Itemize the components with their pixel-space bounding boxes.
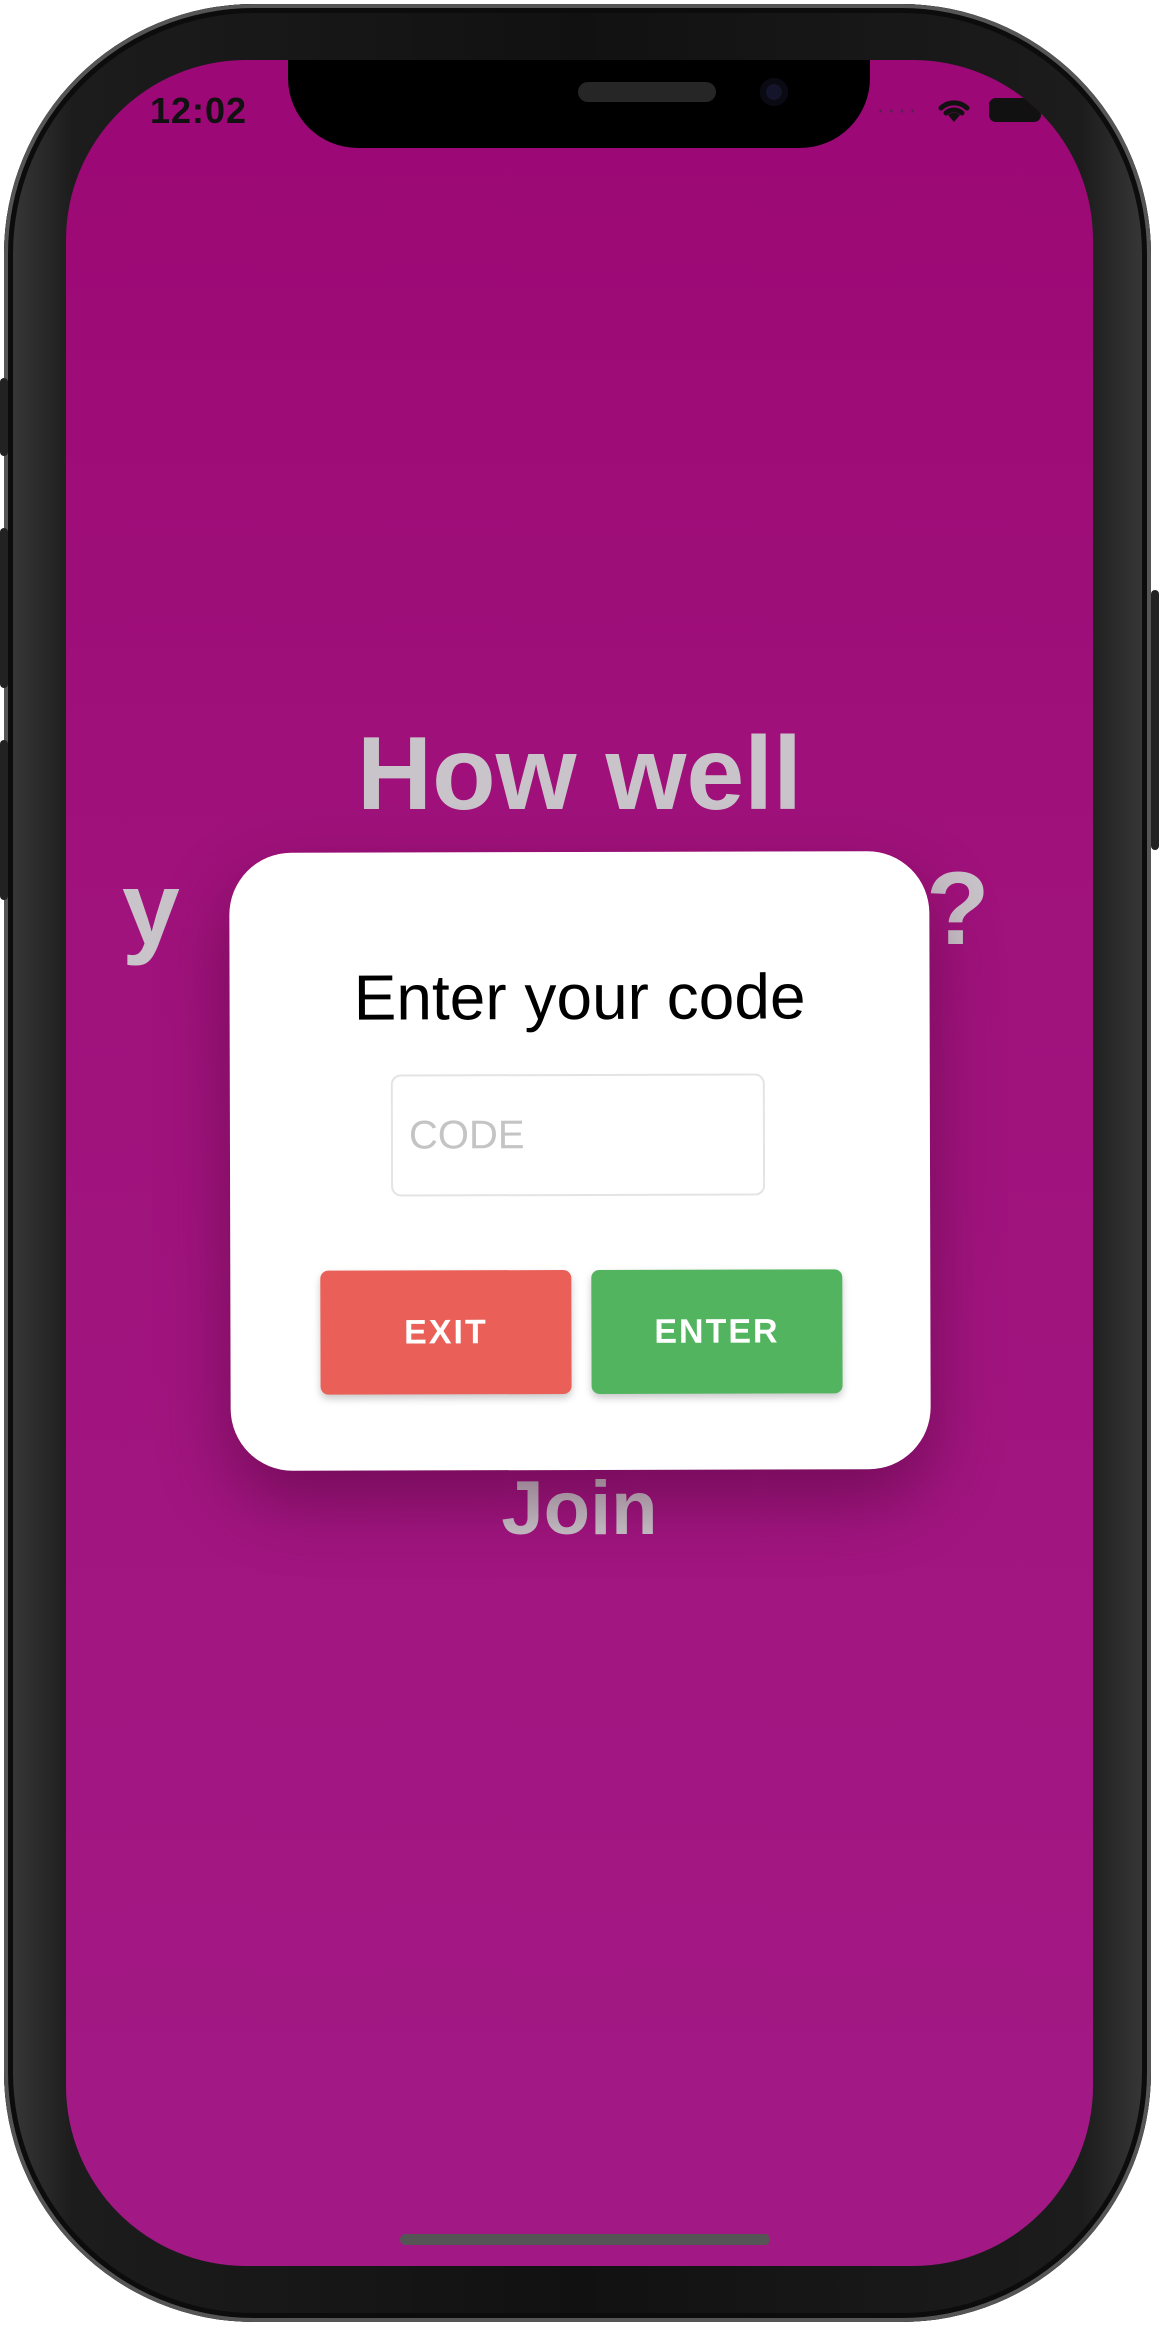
volume-down-button <box>0 740 8 900</box>
exit-button[interactable]: EXIT <box>320 1270 572 1395</box>
background-title-line2-start: y <box>122 851 180 967</box>
battery-icon <box>989 97 1046 122</box>
speaker-grille <box>578 82 716 102</box>
wifi-icon <box>938 99 970 122</box>
status-icons: ···· <box>876 94 1046 125</box>
code-input[interactable] <box>390 1073 766 1197</box>
silent-switch <box>0 378 8 456</box>
volume-up-button <box>0 528 8 688</box>
code-entry-modal: Enter your code EXIT ENTER <box>229 851 931 1471</box>
power-button <box>1151 590 1159 850</box>
join-button[interactable]: Join <box>66 1465 1093 1552</box>
modal-title: Enter your code <box>353 960 806 1034</box>
cellular-signal-icon: ···· <box>876 94 919 124</box>
enter-button[interactable]: ENTER <box>591 1269 843 1394</box>
background-title-line1: How well <box>357 716 802 832</box>
status-time: 12:02 <box>150 90 248 131</box>
front-camera <box>760 78 788 106</box>
notch <box>288 60 870 148</box>
home-indicator[interactable] <box>400 2234 770 2245</box>
background-title-line2-end: ? <box>926 851 990 967</box>
